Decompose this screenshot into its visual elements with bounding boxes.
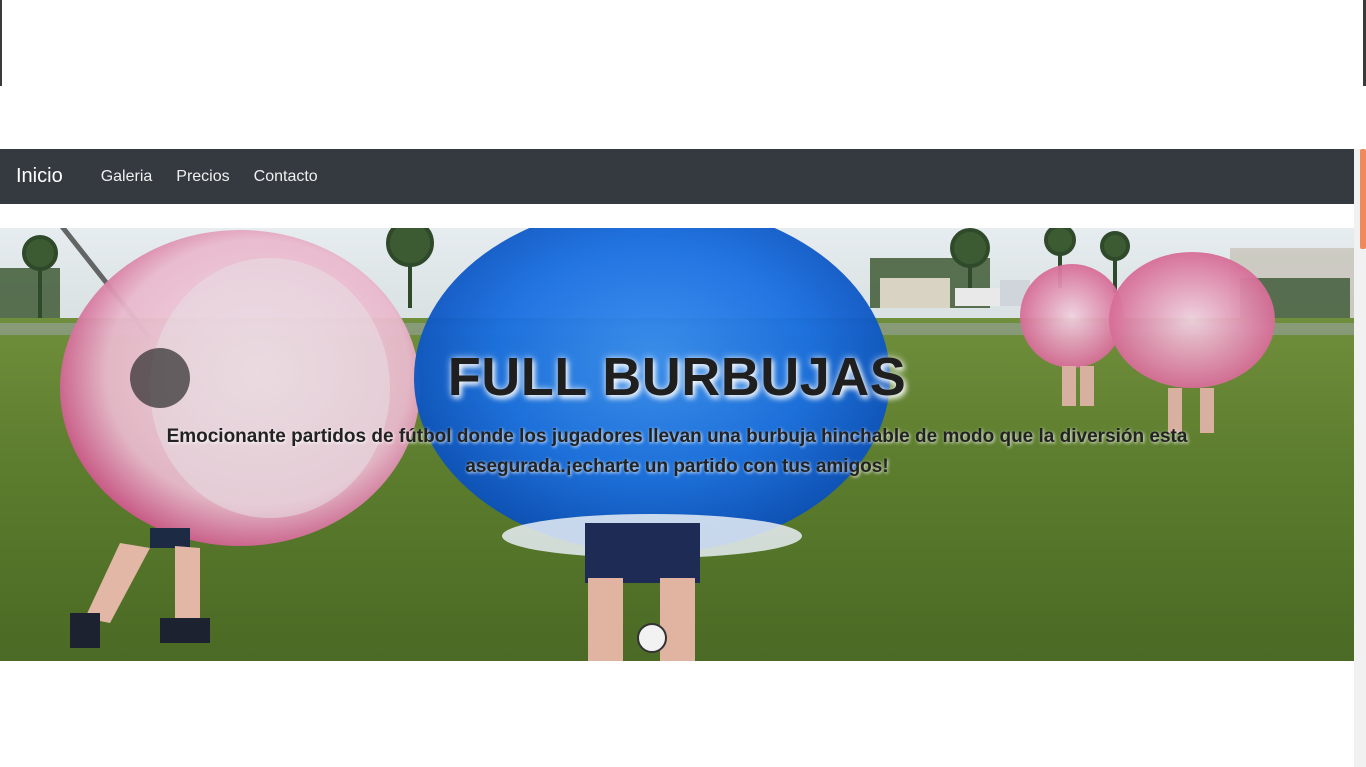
nav-link-contacto[interactable]: Contacto xyxy=(246,168,326,186)
navbar: Inicio Galeria Precios Contacto xyxy=(0,149,1354,204)
nav-link-galeria[interactable]: Galeria xyxy=(93,168,161,186)
hero-subtitle: Emocionante partidos de fútbol donde los… xyxy=(166,426,1188,477)
hero-title: FULL BURBUJAS xyxy=(447,347,907,407)
hero-banner: FULL BURBUJAS Emocionante partidos de fú… xyxy=(0,228,1354,661)
scrollbar-thumb[interactable] xyxy=(1360,149,1366,249)
nav-link-precios[interactable]: Precios xyxy=(168,168,237,186)
left-edge-line xyxy=(0,0,2,86)
nav-brand-inicio[interactable]: Inicio xyxy=(16,165,63,188)
header-blank-area xyxy=(0,0,1366,149)
page: Inicio Galeria Precios Contacto FULL BUR… xyxy=(0,0,1366,767)
